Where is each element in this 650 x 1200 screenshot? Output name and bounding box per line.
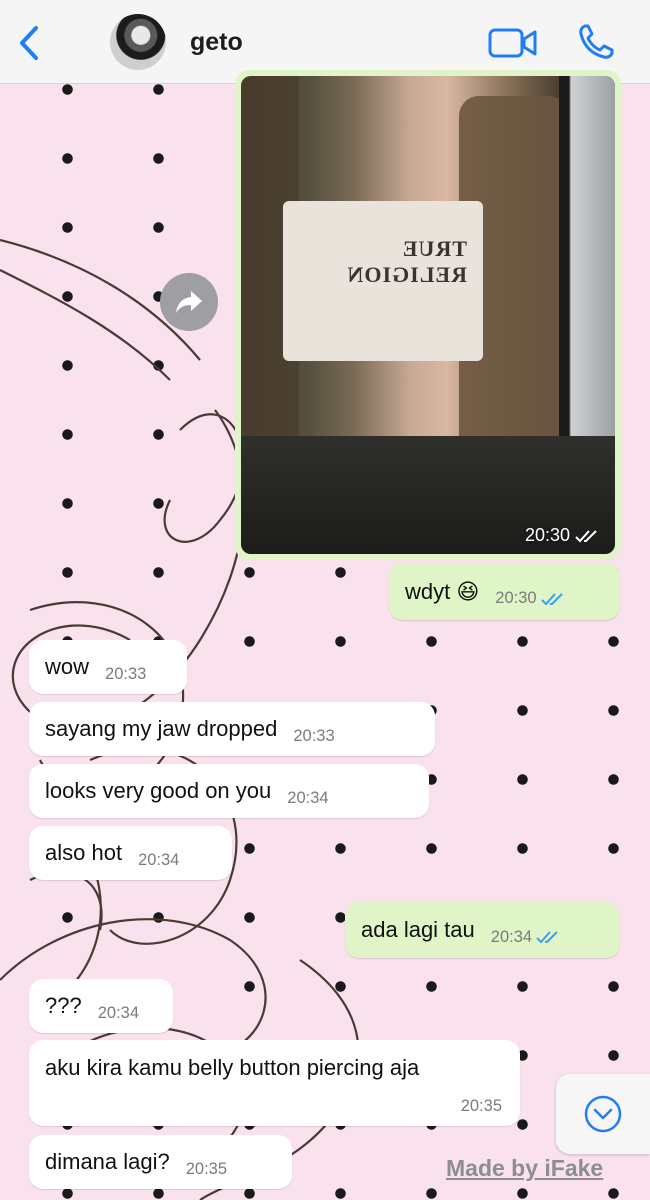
message-bubble-incoming[interactable]: aku kira kamu belly button piercing aja … xyxy=(29,1040,520,1126)
message-time: 20:33 xyxy=(105,664,147,683)
message-time: 20:35 xyxy=(460,1097,502,1115)
scroll-to-bottom-button[interactable] xyxy=(556,1074,650,1154)
message-text: wow xyxy=(45,654,90,679)
message-text: dimana lagi? xyxy=(45,1149,170,1174)
message-time: 20:34 xyxy=(138,850,180,869)
message-bubble-incoming[interactable]: looks very good on you 20:34 xyxy=(29,764,429,818)
read-ticks-icon xyxy=(540,592,563,606)
photo-message[interactable]: TRUE RELIGION 20:30 xyxy=(235,70,621,560)
contact-name[interactable]: geto xyxy=(190,28,243,57)
chevron-down-circle-icon xyxy=(584,1095,622,1133)
video-call-button[interactable] xyxy=(488,26,538,60)
read-ticks-icon xyxy=(575,529,597,542)
read-ticks-icon xyxy=(536,931,558,944)
message-text: looks very good on you xyxy=(45,778,272,803)
message-text: wdyt 😆 xyxy=(405,578,480,604)
message-bubble-incoming[interactable]: dimana lagi? 20:35 xyxy=(29,1135,292,1189)
forward-button[interactable] xyxy=(160,273,218,331)
photo-time: 20:30 xyxy=(524,525,570,545)
message-bubble-incoming[interactable]: ??? 20:34 xyxy=(29,979,173,1033)
back-button[interactable] xyxy=(14,24,44,62)
message-bubble-outgoing[interactable]: wdyt 😆 20:30 xyxy=(389,563,620,620)
photo-tank-print: TRUE RELIGION xyxy=(346,236,467,287)
message-text: also hot xyxy=(45,840,123,865)
message-text: aku kira kamu belly button piercing aja xyxy=(45,1055,420,1080)
outgoing-photo[interactable]: TRUE RELIGION 20:30 xyxy=(241,76,615,554)
message-time: 20:34 xyxy=(491,928,562,947)
message-bubble-incoming[interactable]: also hot 20:34 xyxy=(29,826,232,880)
voice-call-button[interactable] xyxy=(576,22,616,62)
message-bubble-incoming[interactable]: sayang my jaw dropped 20:33 xyxy=(29,702,435,756)
message-bubble-outgoing[interactable]: ada lagi tau 20:34 xyxy=(345,902,620,958)
forward-arrow-icon xyxy=(176,291,202,313)
message-bubble-incoming[interactable]: wow 20:33 xyxy=(29,640,187,694)
message-time: 20:30 xyxy=(495,589,566,608)
message-time: 20:33 xyxy=(293,726,335,745)
message-text: ada lagi tau xyxy=(361,917,475,942)
photo-timestamp: 20:30 xyxy=(525,525,601,546)
message-time: 20:35 xyxy=(185,1159,228,1178)
watermark: Made by iFake xyxy=(446,1155,604,1181)
message-text: sayang my jaw dropped xyxy=(45,716,278,741)
message-time: 20:34 xyxy=(97,1003,140,1022)
message-time: 20:34 xyxy=(287,788,329,807)
contact-avatar[interactable] xyxy=(110,14,166,70)
message-text: ??? xyxy=(45,993,82,1018)
